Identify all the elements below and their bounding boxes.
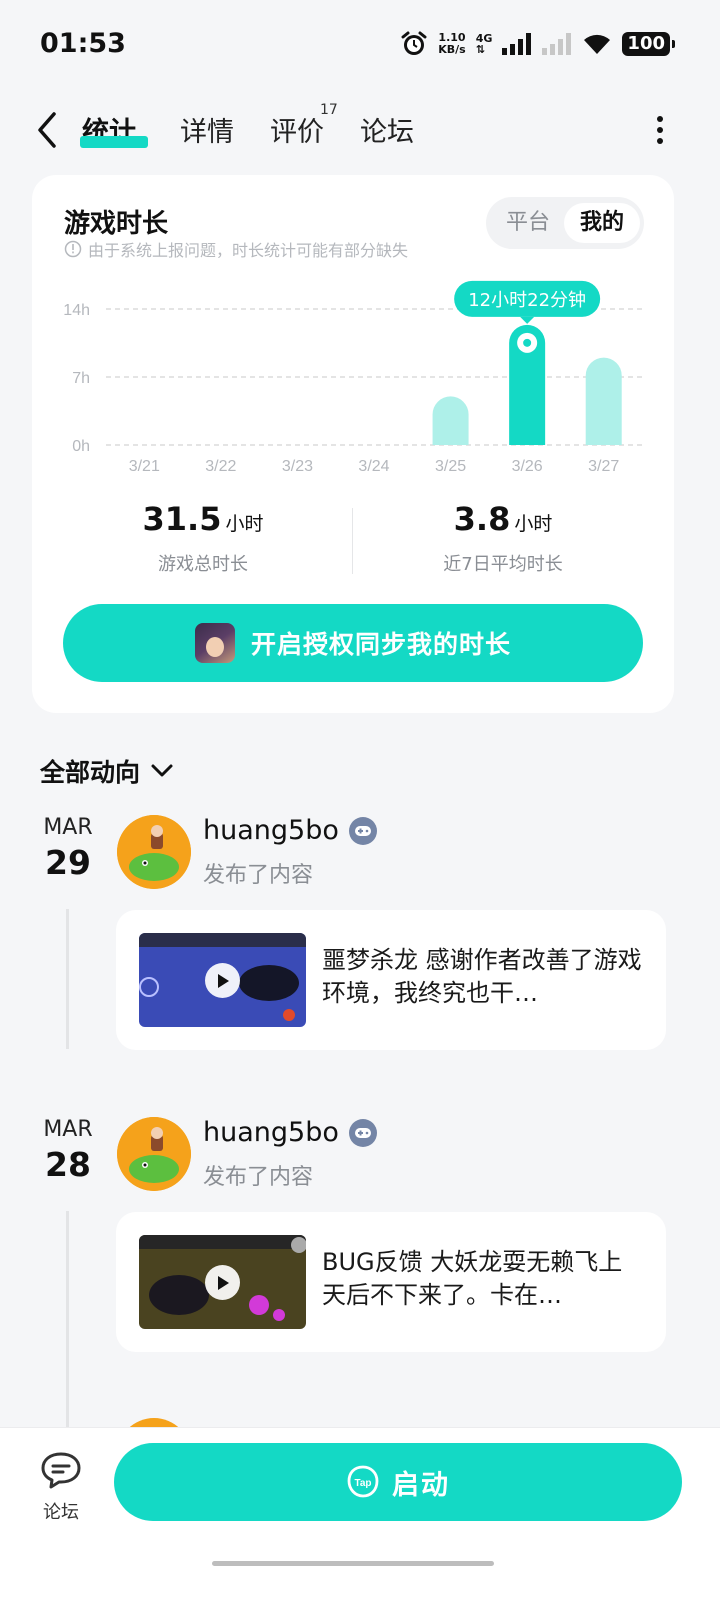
status-icons: 1.10 KB/s 4G ⇅ 100 [400, 26, 675, 62]
entry-month: MAR [43, 1117, 93, 1142]
user-name[interactable]: huang5bo [203, 1117, 377, 1148]
back-arrow-icon[interactable] [32, 110, 62, 150]
post-text: 噩梦杀龙 感谢作者改善了游戏环境，我终究也干… [322, 946, 642, 1007]
feed-filter-dropdown[interactable]: 全部动向 [40, 753, 174, 789]
entry-day: 28 [45, 1145, 91, 1184]
chart-tooltip-arrow [520, 316, 535, 324]
info-icon [64, 240, 82, 258]
x-tick-label: 3/24 [358, 458, 389, 475]
chevron-down-icon [151, 764, 173, 777]
forum-label: 论坛 [43, 1502, 79, 1523]
status-time: 01:53 [40, 28, 126, 59]
post-card[interactable]: 噩梦杀龙 感谢作者改善了游戏环境，我终究也干… [116, 910, 666, 1050]
signal-icon [502, 33, 532, 55]
active-tab-indicator [80, 136, 148, 148]
feed-entry: MAR 28 huang5bo 发布了内容 BUG反馈 大妖龙耍无赖飞上天后不下… [0, 1117, 720, 1357]
feed-entry: MAR 29 huang5bo 发布了内容 噩梦杀龙 感谢作者改善了游戏环境，我… [0, 815, 720, 1055]
chart-selected-dot-center [523, 338, 532, 347]
net-speed: 1.10 KB/s [438, 31, 466, 56]
y-tick-label: 14h [63, 302, 90, 319]
tab-reviews[interactable]: 评价 [270, 110, 324, 149]
card-title: 游戏时长 [64, 209, 169, 239]
x-tick-label: 3/26 [512, 458, 543, 475]
svg-text:Tap: Tap [354, 1478, 371, 1489]
total-playtime-unit: 小时 [225, 513, 264, 535]
home-indicator [212, 1561, 494, 1566]
timeline-line [66, 909, 69, 1049]
launch-button[interactable]: Tap 启动 [114, 1443, 682, 1521]
tap-logo-icon: Tap [347, 1465, 379, 1498]
bottom-action-bar: 论坛 Tap 启动 [0, 1427, 720, 1600]
y-tick-label: 7h [72, 370, 90, 387]
data-missing-note: 由于系统上报问题，时长统计可能有部分缺失 [64, 237, 408, 261]
x-tick-label: 3/25 [435, 458, 466, 475]
video-thumbnail[interactable] [139, 933, 306, 1027]
average-playtime-stat: 3.8 小时 近7日平均时长 [378, 500, 628, 576]
play-icon [205, 963, 240, 998]
user-avatar[interactable] [117, 1117, 191, 1191]
timeline-line [66, 1212, 69, 1432]
forum-chat-icon [41, 1452, 81, 1489]
play-icon [205, 1265, 240, 1300]
post-card[interactable]: BUG反馈 大妖龙耍无赖飞上天后不下来了。卡在… [116, 1212, 666, 1352]
user-action: 发布了内容 [203, 1165, 314, 1190]
launch-label: 启动 [392, 1469, 450, 1501]
network-type: 4G ⇅ [475, 32, 493, 56]
signal-icon-sim2 [542, 33, 572, 55]
playtime-bar-chart: 0h 7h 14h 3/21 3/22 3/23 3/24 3/25 12小时22分钟 3/26 3… [63, 280, 642, 475]
average-playtime-unit: 小时 [514, 513, 553, 535]
total-playtime-label: 游戏总时长 [158, 554, 248, 575]
status-bar: 01:53 1.10 KB/s 4G ⇅ 100 [0, 0, 720, 90]
user-name[interactable]: huang5bo [203, 815, 377, 846]
tab-details[interactable]: 详情 [180, 110, 234, 149]
total-playtime-value: 31.5 [142, 500, 222, 538]
forum-button[interactable]: 论坛 [34, 1450, 88, 1524]
alarm-icon [401, 31, 427, 55]
more-options-icon[interactable] [650, 114, 670, 146]
gamepad-badge-icon [348, 1118, 377, 1147]
sync-playtime-button[interactable]: 开启授权同步我的时长 [63, 604, 643, 682]
total-playtime-stat: 31.5 小时 游戏总时长 [78, 500, 328, 576]
tab-forum[interactable]: 论坛 [360, 110, 414, 149]
game-avatar [194, 623, 235, 663]
x-tick-label: 3/22 [205, 458, 236, 475]
average-playtime-label: 近7日平均时长 [443, 554, 563, 575]
post-text: BUG反馈 大妖龙耍无赖飞上天后不下来了。卡在… [322, 1248, 623, 1309]
wifi-icon [584, 34, 611, 54]
reviews-count-badge: 17 [320, 102, 338, 118]
user-action: 发布了内容 [203, 863, 314, 888]
battery-indicator: 100 [622, 32, 675, 56]
toggle-platform[interactable]: 平台 [490, 203, 566, 243]
average-playtime-value: 3.8 [453, 500, 511, 538]
entry-day: 29 [45, 843, 91, 882]
playtime-stats: 31.5 小时 游戏总时长 3.8 小时 近7日平均时长 [32, 500, 674, 590]
feed-filter-label: 全部动向 [40, 758, 141, 787]
gamepad-badge-icon [348, 816, 377, 845]
x-tick-label: 3/27 [588, 458, 619, 475]
y-tick-label: 0h [72, 438, 90, 455]
sync-button-label: 开启授权同步我的时长 [250, 630, 511, 659]
toggle-mine[interactable]: 我的 [564, 203, 640, 243]
stats-divider [352, 508, 353, 574]
chart-bar[interactable] [432, 396, 469, 445]
entry-month: MAR [43, 815, 93, 840]
platform-mine-toggle: 平台 我的 [486, 197, 644, 249]
x-tick-label: 3/23 [282, 458, 313, 475]
x-tick-label: 3/21 [129, 458, 160, 475]
chart-tooltip-text: 12小时22分钟 [468, 290, 586, 311]
user-avatar[interactable] [117, 815, 191, 889]
chart-bar[interactable] [585, 357, 622, 445]
playtime-card: 游戏时长 由于系统上报问题，时长统计可能有部分缺失 平台 我的 0h 7h 14h 3… [32, 175, 674, 713]
video-thumbnail[interactable] [139, 1235, 306, 1329]
top-navigation: 统计 详情 评价 17 论坛 [0, 100, 720, 160]
